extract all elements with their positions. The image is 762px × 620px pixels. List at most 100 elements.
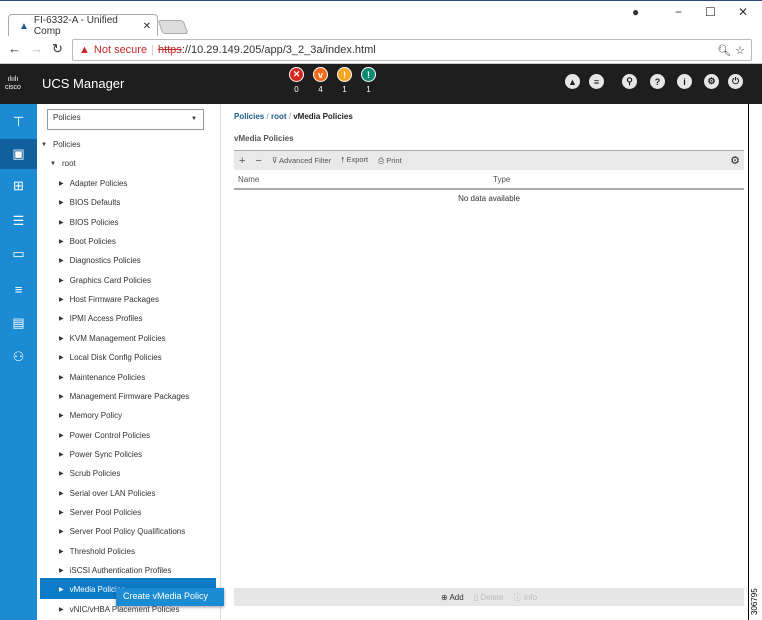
add-button[interactable]: + [239,155,245,167]
fault-minor[interactable]: ! 1 [337,67,352,94]
collapsed-icon[interactable]: ▶ [59,354,64,361]
collapsed-icon[interactable]: ▶ [59,277,64,284]
tree-item[interactable]: ▶ iSCSI Authentication Profiles [59,566,171,575]
collapsed-icon[interactable]: ▶ [59,528,64,535]
admin-icon[interactable]: ⚇ [0,342,37,372]
tree-item[interactable]: ▶ Power Control Policies [59,431,150,440]
back-icon[interactable]: ← [8,41,21,56]
footer-info-button[interactable]: ⓘ Info [513,592,537,603]
profile-icon[interactable]: ● [632,5,639,19]
forward-icon[interactable]: → [30,41,43,56]
logout-icon[interactable]: ⏻ [728,74,743,89]
collapsed-icon[interactable]: ▶ [59,509,64,516]
settings-gear-icon[interactable]: ⚙ [704,74,719,89]
tree-item[interactable]: ▶ IPMI Access Profiles [59,314,143,323]
tree-item[interactable]: ▶ Server Pool Policy Qualifications [59,527,185,536]
create-vmedia-policy-menu-item[interactable]: Create vMedia Policy [116,588,224,606]
chassis-icon[interactable]: ▤ [0,308,37,338]
collapsed-icon[interactable]: ▶ [59,393,64,400]
tree-item[interactable]: ▶ Scrub Policies [59,469,120,478]
collapsed-icon[interactable]: ▶ [59,432,64,439]
filter-select[interactable]: Policies ▼ [47,109,204,130]
table-settings-gear-icon[interactable]: ⚙ [730,154,740,167]
column-type[interactable]: Type [493,175,510,184]
tree-item[interactable]: ▶ Adapter Policies [59,179,127,188]
tree-item[interactable]: ▶ vNIC/vHBA Placement Policies [59,605,179,614]
not-secure-label[interactable]: Not secure [94,44,147,56]
collapsed-icon[interactable]: ▶ [59,180,64,187]
help-icon[interactable]: ? [650,74,665,89]
collapsed-icon[interactable]: ▶ [59,315,64,322]
storage-icon[interactable]: ≡ [0,274,37,304]
collapsed-icon[interactable]: ▶ [59,238,64,245]
footer-delete-button[interactable]: ▯ Delete [474,593,504,602]
collapsed-icon[interactable]: ▶ [59,374,64,381]
collapsed-icon[interactable]: ▶ [59,257,64,264]
tree-item[interactable]: ▶ Memory Policy [59,411,122,420]
zoom-icon[interactable]: 🔍︎ [717,44,731,57]
new-tab-button[interactable] [157,20,189,34]
tree-item[interactable]: ▶ Threshold Policies [59,547,135,556]
vm-icon[interactable]: ▭ [0,239,37,269]
breadcrumb-policies[interactable]: Policies [234,112,264,121]
tree-item[interactable]: ▶ Boot Policies [59,237,116,246]
export-button[interactable]: 🠕 Export [341,154,368,167]
tree-item[interactable]: ▶ Maintenance Policies [59,373,145,382]
tree-item[interactable]: ▶ Diagnostics Policies [59,256,141,265]
tree-item[interactable]: ▶ Host Firmware Packages [59,295,159,304]
collapsed-icon[interactable]: ▶ [59,586,64,593]
url-input[interactable]: ▲ Not secure | https://10.29.149.205/app… [72,39,752,61]
collapsed-icon[interactable]: ▶ [59,567,64,574]
equipment-icon[interactable]: ⊤ [0,107,37,137]
tree-item[interactable]: ▶ BIOS Policies [59,218,119,227]
collapsed-icon[interactable]: ▶ [59,412,64,419]
tree-item[interactable]: ▶ Power Sync Policies [59,450,142,459]
close-tab-icon[interactable]: ✕ [143,21,151,32]
close-window-button[interactable]: ✕ [738,5,748,19]
tree-item[interactable]: ▶ Server Pool Policies [59,508,141,517]
tree-item[interactable]: ▶ Management Firmware Packages [59,392,189,401]
search-icon[interactable]: ⚲ [622,74,637,89]
alert-bell-icon[interactable]: ▲ [565,74,580,89]
column-name[interactable]: Name [238,175,259,184]
collapsed-icon[interactable]: ▶ [59,606,64,613]
collapsed-icon[interactable]: ▶ [59,548,64,555]
tree-item[interactable]: ▶ BIOS Defaults [59,198,120,207]
tree-item[interactable]: ▶ KVM Management Policies [59,334,166,343]
collapsed-icon[interactable]: ▶ [59,335,64,342]
main-content: Policies / root / vMedia Policies vMedia… [222,104,749,620]
tree-item-label: root [61,159,76,168]
fault-warning[interactable]: ! 1 [361,67,376,94]
collapsed-icon[interactable]: ▶ [59,451,64,458]
collapsed-icon[interactable]: ▶ [59,490,64,497]
footer-add-button[interactable]: ⊕ Add [441,593,464,602]
fault-critical[interactable]: ✕ 0 [289,67,304,94]
servers-icon[interactable]: ▣ [0,139,37,169]
san-icon[interactable]: ☰ [0,206,37,236]
expanded-icon[interactable]: ▼ [41,142,47,148]
print-button[interactable]: ⎙ Print [378,156,402,166]
collapsed-icon[interactable]: ▶ [59,470,64,477]
tree-node-policies[interactable]: ▼ Policies [41,140,81,149]
pending-activities-icon[interactable]: ≡ [589,74,604,89]
tree-item[interactable]: ▶ Serial over LAN Policies [59,489,155,498]
minimize-button[interactable]: − [675,5,682,19]
collapsed-icon[interactable]: ▶ [59,219,64,226]
collapsed-icon[interactable]: ▶ [59,199,64,206]
lan-icon[interactable]: ⊞ [0,171,37,201]
remove-button[interactable]: − [255,155,261,167]
tree-item[interactable]: ▶ Local Disk Config Policies [59,353,162,362]
bookmark-star-icon[interactable]: ☆ [735,44,745,57]
maximize-button[interactable]: ☐ [705,5,716,19]
info-icon[interactable]: i [677,74,692,89]
browser-tab[interactable]: ▲ FI-6332-A - Unified Comp ✕ [8,14,158,37]
tree-item[interactable]: ▶ Graphics Card Policies [59,276,151,285]
breadcrumb-root[interactable]: root [271,112,287,121]
expanded-icon[interactable]: ▼ [50,161,56,167]
tree-item-label: Host Firmware Packages [69,295,159,305]
fault-major[interactable]: v4 [313,67,328,94]
reload-icon[interactable]: ↻ [52,41,63,57]
advanced-filter-button[interactable]: ⊽ Advanced Filter [272,156,331,165]
tree-node-root[interactable]: ▼ root [50,159,76,168]
collapsed-icon[interactable]: ▶ [59,296,64,303]
